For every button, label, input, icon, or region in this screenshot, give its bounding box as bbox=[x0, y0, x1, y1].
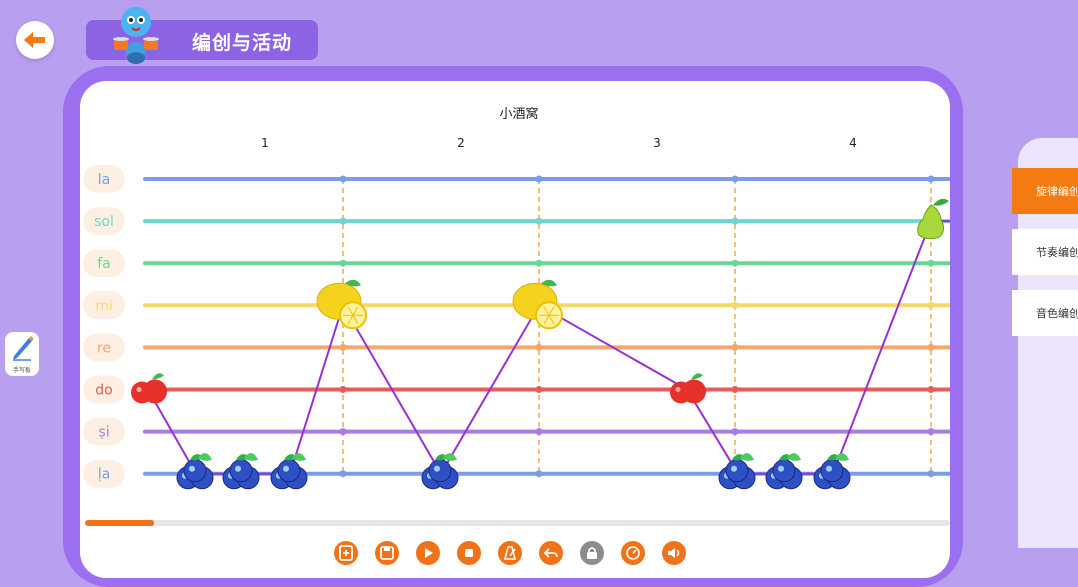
back-button[interactable] bbox=[16, 21, 54, 59]
volume-button[interactable] bbox=[662, 541, 686, 565]
stop-icon bbox=[465, 549, 473, 557]
stop-button[interactable] bbox=[457, 541, 481, 565]
metronome-button[interactable] bbox=[498, 541, 522, 565]
mode-label: 旋律编创 bbox=[1036, 185, 1078, 198]
lemon-note[interactable] bbox=[512, 279, 563, 330]
grid-dot bbox=[535, 428, 543, 436]
apple-note[interactable] bbox=[131, 373, 167, 404]
grid-dot bbox=[927, 470, 935, 478]
pitch-label-1: sol bbox=[94, 214, 114, 230]
blueberry-note[interactable] bbox=[765, 453, 803, 490]
page-title: 编创与活动 bbox=[192, 32, 293, 54]
grid-dot bbox=[927, 386, 935, 393]
grid-dot bbox=[927, 175, 935, 183]
grid-dot bbox=[731, 428, 739, 436]
pen-icon bbox=[13, 336, 34, 361]
grid-dot bbox=[731, 175, 739, 183]
progress-fill bbox=[85, 520, 155, 526]
save-button[interactable] bbox=[375, 541, 399, 565]
grid-dot bbox=[535, 470, 543, 478]
undo-icon bbox=[543, 548, 558, 558]
grid-dot bbox=[535, 175, 543, 183]
grid-dot bbox=[731, 386, 739, 393]
grid-dot bbox=[731, 301, 739, 309]
grid-dot bbox=[535, 259, 543, 267]
grid-dot bbox=[339, 217, 347, 225]
grid-dot bbox=[731, 259, 739, 267]
mode-button-1[interactable]: 节奏编创 bbox=[1012, 229, 1078, 275]
undo-button[interactable] bbox=[539, 541, 563, 565]
pitch-label-3: mi bbox=[95, 298, 113, 314]
add-file-icon bbox=[339, 545, 353, 561]
grid-dot bbox=[927, 343, 935, 351]
pitch-staff[interactable]: 小酒窝 1 2 3 4 la sol fa mi re do ṣi ḷa bbox=[80, 81, 950, 578]
mode-label: 节奏编创 bbox=[1036, 246, 1078, 259]
apple-note[interactable] bbox=[670, 373, 706, 404]
grid-dot bbox=[339, 470, 347, 478]
mode-button-0[interactable]: 旋律编创 bbox=[1012, 168, 1078, 214]
measure-number: 1 bbox=[261, 136, 269, 150]
song-title: 小酒窝 bbox=[499, 106, 538, 122]
mode-button-2[interactable]: 音色编创 bbox=[1012, 290, 1078, 336]
grid-dot bbox=[339, 343, 347, 351]
grid-dot bbox=[927, 259, 935, 267]
grid-dot bbox=[339, 386, 347, 393]
pitch-label-2: fa bbox=[97, 256, 111, 272]
grid-dot bbox=[927, 301, 935, 309]
grid-dot bbox=[339, 428, 347, 436]
blueberry-note[interactable] bbox=[718, 453, 756, 490]
blueberry-note[interactable] bbox=[176, 453, 214, 490]
pear-note[interactable] bbox=[917, 198, 949, 240]
play-icon bbox=[425, 548, 433, 558]
tempo-button[interactable] bbox=[621, 541, 645, 565]
metronome-icon bbox=[503, 546, 517, 560]
blueberry-note[interactable] bbox=[222, 453, 260, 490]
pitch-label-4: re bbox=[97, 340, 111, 356]
measure-number: 3 bbox=[653, 136, 661, 150]
pitch-label-0: la bbox=[98, 172, 110, 188]
pitch-label-5: do bbox=[95, 383, 112, 399]
mode-label: 音色编创 bbox=[1036, 307, 1078, 320]
blueberry-note[interactable] bbox=[270, 453, 308, 490]
handwriting-board-label: 手写板 bbox=[12, 367, 31, 374]
grid-dot bbox=[535, 386, 543, 393]
pitch-label-7: ḷa bbox=[98, 467, 111, 483]
grid-dot bbox=[339, 259, 347, 267]
volume-icon bbox=[668, 548, 680, 558]
grid-dot bbox=[927, 428, 935, 436]
back-arrow-icon bbox=[24, 32, 45, 48]
save-icon bbox=[380, 546, 394, 560]
melody-board: 小酒窝 1 2 3 4 la sol fa mi re do ṣi ḷa bbox=[80, 81, 950, 578]
lock-button[interactable] bbox=[580, 541, 604, 565]
drummer-mascot-icon bbox=[113, 7, 159, 64]
grid-dot bbox=[535, 343, 543, 351]
grid-dot bbox=[339, 175, 347, 183]
tempo-icon bbox=[626, 546, 640, 560]
progress-track[interactable] bbox=[85, 520, 950, 526]
grid-dot bbox=[535, 217, 543, 225]
lock-icon bbox=[587, 547, 597, 559]
grid-dot bbox=[731, 343, 739, 351]
handwriting-board-button[interactable]: 手写板 bbox=[5, 332, 39, 376]
grid-dot bbox=[731, 217, 739, 225]
pitch-label-6: ṣi bbox=[98, 425, 109, 441]
play-button[interactable] bbox=[416, 541, 440, 565]
blueberry-note[interactable] bbox=[813, 453, 851, 490]
lemon-note[interactable] bbox=[316, 279, 367, 330]
measure-number: 2 bbox=[457, 136, 465, 150]
add-file-button[interactable] bbox=[334, 541, 358, 565]
measure-number: 4 bbox=[849, 136, 857, 150]
blueberry-note[interactable] bbox=[421, 453, 459, 490]
